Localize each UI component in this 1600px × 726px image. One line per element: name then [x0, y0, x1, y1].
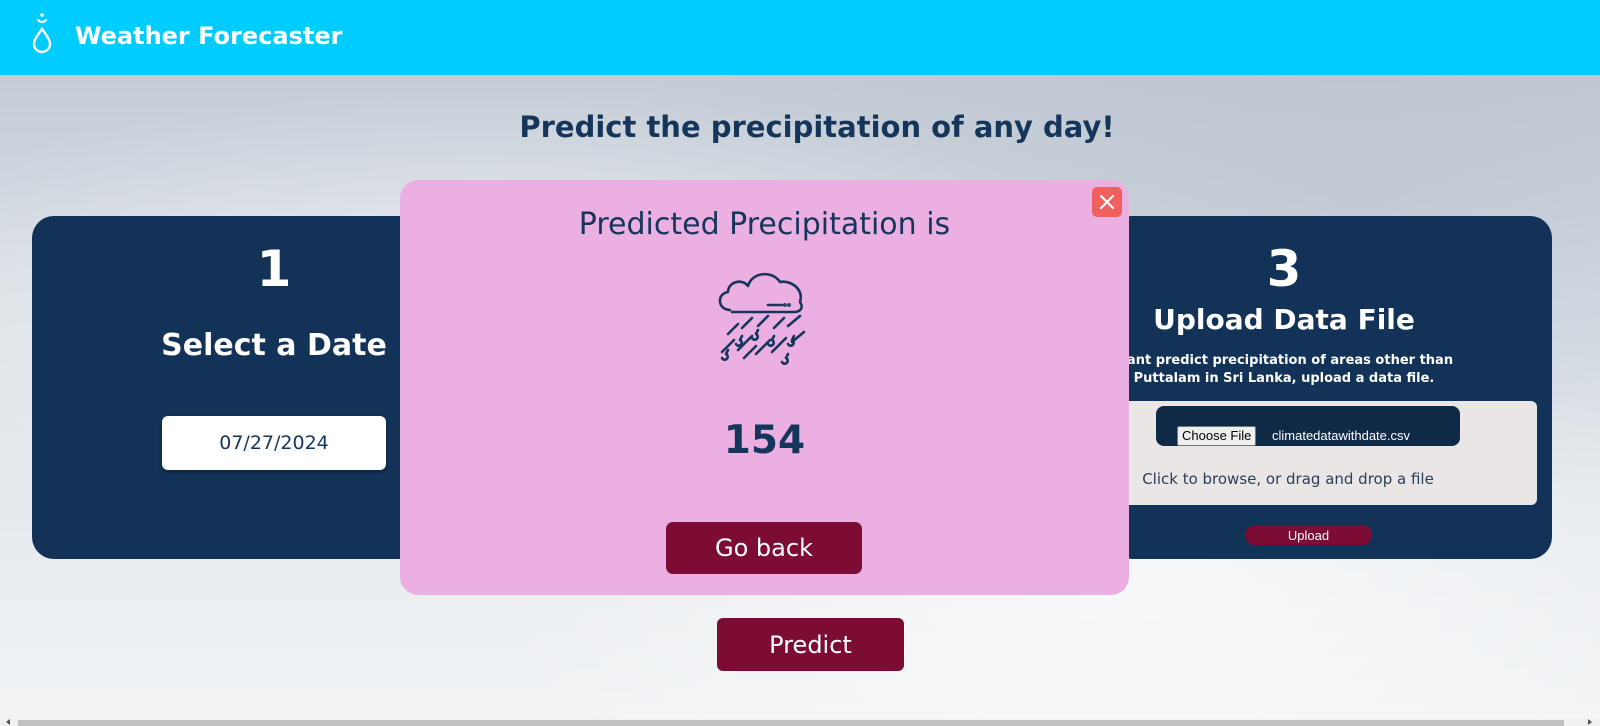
upload-button[interactable]: Upload — [1245, 525, 1372, 545]
horizontal-scrollbar[interactable] — [0, 719, 1600, 726]
rain-cloud-icon — [718, 272, 806, 365]
page-heading: Predict the precipitation of any day! — [519, 110, 1115, 144]
file-drop-zone[interactable]: Choose File climatedatawithdate.csv Clic… — [1110, 401, 1537, 505]
step-1-card: 1 Select a Date 07/27/2024 — [32, 216, 452, 559]
step-number: 3 — [1266, 240, 1302, 298]
drop-hint: Click to browse, or drag and drop a file — [1142, 470, 1434, 488]
navbar: Weather Forecaster — [0, 0, 1600, 75]
date-input[interactable]: 07/27/2024 — [162, 416, 386, 470]
choose-file-button[interactable]: Choose File — [1177, 426, 1257, 446]
upload-description: want predict precipitation of areas othe… — [1114, 353, 1454, 386]
go-back-button[interactable]: Go back — [666, 522, 862, 574]
prediction-modal: Predicted Precipitation is 154 Go back — [400, 180, 1129, 595]
modal-title: Predicted Precipitation is — [578, 207, 951, 242]
raindrop-logo-icon — [32, 13, 52, 54]
app-title[interactable]: Weather Forecaster — [75, 22, 342, 50]
step-3-card: 3 Upload Data File want predict precipit… — [1110, 216, 1552, 559]
scroll-thumb[interactable] — [18, 720, 1564, 726]
scroll-left-arrow-icon[interactable] — [6, 719, 10, 725]
scroll-right-arrow-icon[interactable] — [1588, 719, 1592, 725]
file-input-box: Choose File climatedatawithdate.csv — [1156, 406, 1460, 446]
predicted-value: 154 — [723, 418, 806, 463]
selected-file-name: climatedatawithdate.csv — [1272, 428, 1411, 443]
predict-button[interactable]: Predict — [717, 618, 904, 671]
step-title: Upload Data File — [1153, 303, 1415, 336]
